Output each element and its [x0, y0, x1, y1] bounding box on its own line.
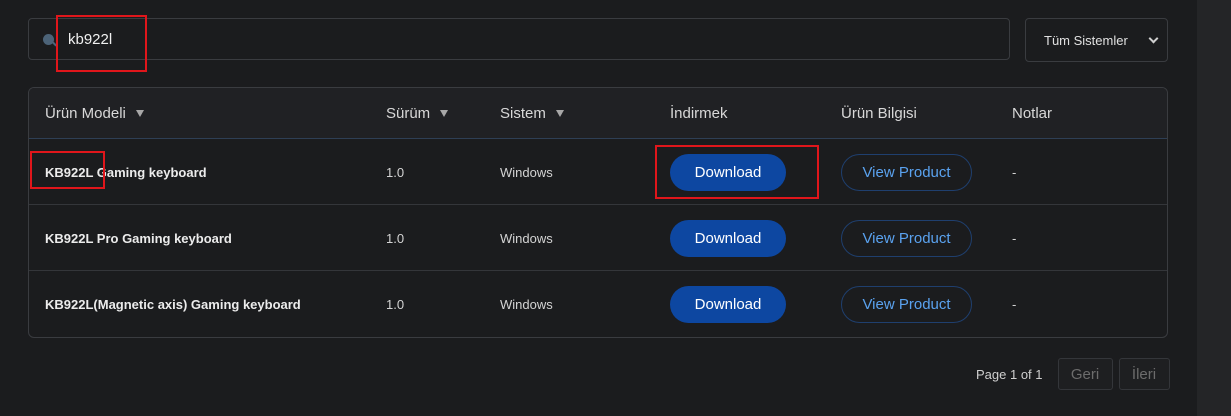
column-header-version-label: Sürüm [386, 105, 431, 122]
column-header-system-label: Sistem [500, 105, 546, 122]
sort-down-icon[interactable] [440, 110, 449, 117]
page-scroll-gutter [1197, 0, 1231, 416]
download-button[interactable]: Download [670, 153, 786, 191]
chevron-down-icon [1148, 33, 1159, 43]
view-product-button[interactable]: View Product [841, 153, 972, 191]
product-notes: - [1012, 164, 1017, 180]
product-model: KB922L Pro Gaming keyboard [45, 230, 232, 246]
search-box[interactable] [28, 18, 1010, 60]
column-header-notes-label: Notlar [1012, 105, 1053, 122]
pagination: Page 1 of 1 Geri İleri [976, 358, 1170, 390]
product-system: Windows [500, 296, 553, 312]
downloads-table: Ürün Modeli Sürüm Sistem İndirmek Ürün B… [28, 87, 1168, 338]
product-model: KB922L(Magnetic axis) Gaming keyboard [45, 296, 301, 312]
product-system: Windows [500, 230, 553, 246]
column-header-product-info: Ürün Bilgisi [841, 105, 917, 122]
column-header-download: İndirmek [670, 105, 728, 122]
download-button[interactable]: Download [670, 219, 786, 257]
view-product-button[interactable]: View Product [841, 219, 972, 257]
view-product-button[interactable]: View Product [841, 285, 972, 323]
table-row: KB922L Pro Gaming keyboard 1.0 Windows D… [29, 205, 1167, 271]
table-row: KB922L(Magnetic axis) Gaming keyboard 1.… [29, 271, 1167, 337]
column-header-model[interactable]: Ürün Modeli [45, 105, 144, 122]
column-header-version[interactable]: Sürüm [386, 105, 449, 122]
product-model: KB922L Gaming keyboard [45, 164, 207, 180]
sort-down-icon[interactable] [555, 110, 564, 117]
page-indicator: Page 1 of 1 [976, 366, 1043, 382]
table-row: KB922L Gaming keyboard 1.0 Windows Downl… [29, 139, 1167, 205]
column-header-notes: Notlar [1012, 105, 1052, 122]
column-header-model-label: Ürün Modeli [45, 105, 126, 122]
product-version: 1.0 [386, 164, 405, 180]
product-version: 1.0 [386, 230, 405, 246]
product-notes: - [1012, 230, 1017, 246]
product-notes: - [1012, 296, 1017, 312]
column-header-download-label: İndirmek [670, 105, 728, 122]
search-icon [43, 33, 54, 45]
download-button[interactable]: Download [670, 285, 786, 323]
product-version: 1.0 [386, 296, 405, 312]
product-system: Windows [500, 164, 553, 180]
system-filter-value: Tüm Sistemler [1044, 32, 1128, 48]
column-header-product-info-label: Ürün Bilgisi [841, 105, 917, 122]
column-header-system[interactable]: Sistem [500, 105, 564, 122]
search-input[interactable] [68, 30, 968, 48]
prev-page-button[interactable]: Geri [1057, 358, 1113, 390]
sort-down-icon[interactable] [135, 110, 144, 117]
next-page-button[interactable]: İleri [1118, 358, 1170, 390]
table-header: Ürün Modeli Sürüm Sistem İndirmek Ürün B… [29, 88, 1167, 139]
system-filter-select[interactable]: Tüm Sistemler [1025, 18, 1168, 62]
